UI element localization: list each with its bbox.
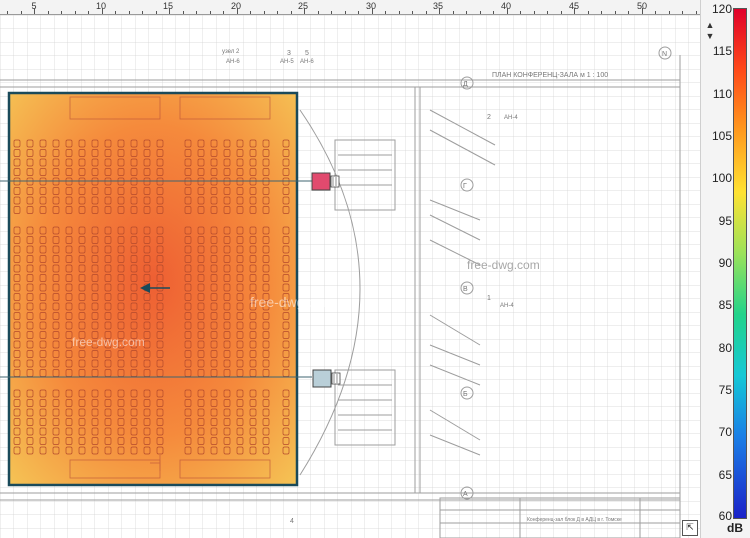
ruler-tick — [47, 11, 49, 14]
ruler-tick — [520, 11, 521, 14]
axis-mark: А — [463, 491, 468, 498]
section-mark: 4 — [290, 518, 294, 525]
ruler-tick — [587, 11, 589, 14]
ruler-tick — [601, 11, 602, 14]
ruler-tick — [61, 11, 62, 14]
ruler-tick — [101, 8, 103, 14]
section-mark: 2 — [487, 114, 491, 121]
ruler-tick — [20, 11, 22, 14]
ruler-tick — [479, 11, 481, 14]
scale-label: 65 — [718, 468, 732, 482]
section-mark: АН-4 — [500, 303, 514, 309]
ruler-tick — [641, 8, 643, 14]
ruler-tick — [182, 11, 184, 14]
floor-plan-canvas[interactable]: ПЛАН КОНФЕРЕНЦ-ЗАЛА м 1 : 100 2 АН-4 1 А… — [0, 15, 700, 538]
section-mark: N — [662, 51, 667, 58]
ruler-tick — [250, 11, 251, 14]
watermark: free-dwg.com — [72, 335, 145, 349]
watermark: free-dwg.com — [250, 294, 335, 310]
ruler-tick — [560, 11, 562, 14]
db-gradient-bar — [733, 8, 747, 519]
ruler-tick — [655, 11, 656, 14]
ruler-tick — [34, 8, 35, 14]
ruler-tick — [290, 11, 292, 14]
section-mark: 5 — [305, 50, 309, 57]
ruler-label: 35 — [432, 1, 444, 11]
ruler-tick — [574, 8, 575, 14]
ruler-tick — [142, 11, 143, 14]
sound-coverage-heatmap[interactable] — [7, 91, 299, 487]
scale-label: 80 — [718, 341, 732, 355]
scale-unit-label: dB — [727, 521, 743, 535]
ruler-tick — [331, 11, 332, 14]
ruler-label: 25 — [297, 1, 309, 11]
axis-mark: В — [463, 286, 468, 293]
section-mark: 1 — [487, 295, 491, 302]
ruler-tick — [628, 11, 629, 14]
ruler-tick — [695, 11, 697, 14]
ruler-tick — [169, 8, 170, 14]
ruler-tick — [439, 8, 440, 14]
scale-label: 90 — [718, 256, 732, 270]
axis-mark: Д — [463, 81, 468, 88]
scale-label: 110 — [712, 87, 732, 101]
ruler-tick — [547, 11, 548, 14]
scale-label: 120 — [711, 2, 732, 16]
ruler-tick — [88, 11, 89, 14]
ruler-tick — [493, 11, 494, 14]
ruler-tick — [668, 11, 670, 14]
ruler-tick — [209, 11, 211, 14]
ruler-tick — [115, 11, 116, 14]
scale-label: 75 — [718, 383, 732, 397]
ruler-tick — [128, 11, 130, 14]
watermark: free-dwg.com — [467, 258, 540, 272]
section-mark: АН-6 — [300, 59, 314, 65]
section-mark: АН-6 — [226, 59, 240, 65]
ruler-tick — [412, 11, 413, 14]
ruler-tick — [7, 11, 8, 14]
scale-label: 95 — [718, 214, 732, 228]
ruler-tick — [344, 11, 346, 14]
ruler-tick — [263, 11, 265, 14]
scale-label: 85 — [718, 298, 732, 312]
ruler-tick — [277, 11, 278, 14]
ruler-tick — [371, 8, 373, 14]
chevron-down-icon[interactable]: ▼ — [703, 31, 717, 41]
section-mark: АН-5 — [280, 59, 294, 65]
plan-title: ПЛАН КОНФЕРЕНЦ-ЗАЛА м 1 : 100 — [492, 72, 608, 79]
section-mark: узел 2 — [222, 49, 240, 55]
ruler-tick — [304, 8, 305, 14]
ruler-tick — [466, 11, 467, 14]
floor-plan-svg: ПЛАН КОНФЕРЕНЦ-ЗАЛА м 1 : 100 2 АН-4 1 А… — [0, 15, 700, 538]
ruler-tick — [398, 11, 400, 14]
db-color-scale-panel: ▲ ▼ 120 115 110 105 100 95 90 85 80 75 7… — [700, 0, 750, 538]
ruler-tick — [682, 11, 683, 14]
ruler-tick — [155, 11, 157, 14]
ruler-tick — [317, 11, 319, 14]
axis-mark: Б — [463, 391, 468, 398]
resize-grip-icon[interactable]: ⇱ — [682, 520, 698, 536]
top-ruler: 5 10 15 20 25 30 35 40 45 50 — [0, 0, 700, 15]
ruler-tick — [425, 11, 427, 14]
chevron-up-icon[interactable]: ▲ — [703, 20, 717, 30]
ruler-tick — [614, 11, 616, 14]
section-mark: АН-4 — [504, 115, 518, 121]
ruler-tick — [196, 11, 197, 14]
section-mark: 3 — [287, 50, 291, 57]
ruler-tick — [533, 11, 535, 14]
axis-mark: Г — [463, 183, 467, 190]
title-block-text: Конференц-зал блок Д в АДЦ в г. Томске — [527, 517, 622, 523]
ruler-tick — [74, 11, 76, 14]
scale-label: 70 — [718, 425, 732, 439]
ruler-tick — [358, 11, 359, 14]
ruler-tick — [506, 8, 508, 14]
ruler-label: 15 — [162, 1, 174, 11]
ruler-tick — [385, 11, 386, 14]
scale-label: 115 — [712, 44, 732, 58]
ruler-tick — [452, 11, 454, 14]
scale-label: 100 — [711, 171, 732, 185]
ruler-tick — [223, 11, 224, 14]
ruler-tick — [236, 8, 238, 14]
scale-label: 105 — [711, 129, 732, 143]
